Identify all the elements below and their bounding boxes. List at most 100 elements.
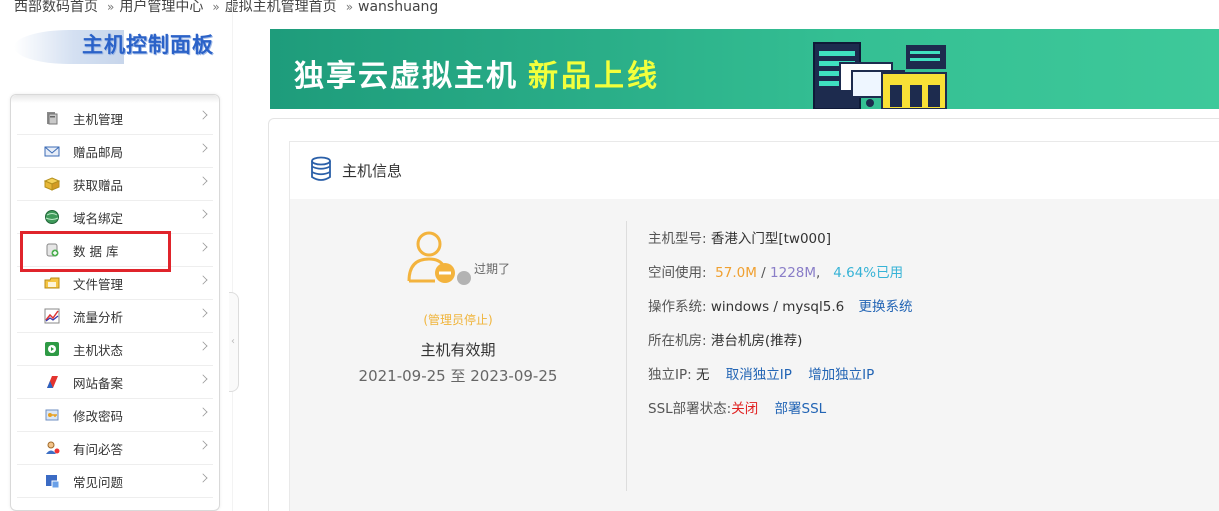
breadcrumb-user-center[interactable]: 用户管理中心 bbox=[119, 0, 203, 15]
expired-label: 过期了 bbox=[474, 262, 511, 276]
database-icon bbox=[43, 241, 61, 259]
ssl-row: SSL部署状态:关闭 部署SSL bbox=[648, 397, 913, 431]
add-ip-link[interactable]: 增加独立IP bbox=[808, 367, 874, 383]
sidebar-menu: 主机管理 赠品邮局 获取赠品 域名绑定 数 据 库 文件管理 流量分析 主机状态… bbox=[10, 94, 220, 511]
datacenter-label: 所在机房: bbox=[648, 333, 707, 349]
sidebar-item-label: 常见问题 bbox=[73, 474, 124, 490]
host-info-body: 过期了 (管理员停止) 主机有效期 2021-09-25 至 2023-09-2… bbox=[289, 199, 1219, 511]
banner-title: 独享云虚拟主机 bbox=[294, 59, 518, 94]
ssl-status-value: 关闭 bbox=[731, 401, 759, 417]
breadcrumb-separator: » bbox=[212, 0, 220, 14]
space-separator: / bbox=[761, 265, 766, 281]
status-icon bbox=[43, 340, 61, 358]
chevron-left-icon: ‹ bbox=[231, 336, 235, 347]
folder-icon bbox=[43, 274, 61, 292]
sidebar-item-label: 获取赠品 bbox=[73, 177, 124, 193]
breadcrumb-separator: » bbox=[107, 0, 115, 14]
sidebar-divider bbox=[232, 0, 233, 511]
panel-title: 主机控制面板 bbox=[82, 33, 214, 57]
admin-stop-label: (管理员停止) bbox=[423, 313, 493, 327]
sidebar-item-traffic[interactable]: 流量分析 bbox=[17, 300, 213, 333]
chevron-right-icon bbox=[198, 176, 208, 186]
sidebar-item-host-status[interactable]: 主机状态 bbox=[17, 333, 213, 366]
sidebar-item-label: 文件管理 bbox=[73, 276, 124, 292]
os-label: 操作系统: bbox=[648, 299, 707, 315]
globe-icon bbox=[43, 208, 61, 226]
chevron-right-icon bbox=[198, 275, 208, 285]
sidebar-item-faq[interactable]: 常见问题 bbox=[17, 465, 213, 498]
chevron-right-icon bbox=[198, 110, 208, 120]
sidebar-item-domain-bind[interactable]: 域名绑定 bbox=[17, 201, 213, 234]
gift-box-icon bbox=[43, 175, 61, 193]
chevron-right-icon bbox=[198, 308, 208, 318]
chevron-right-icon bbox=[198, 374, 208, 384]
validity-label: 主机有效期 bbox=[420, 341, 496, 359]
host-info-header: 主机信息 bbox=[289, 141, 1219, 199]
space-total-value: 1228M bbox=[770, 265, 817, 281]
database-stack-icon bbox=[310, 156, 332, 186]
sidebar-item-label: 有问必答 bbox=[73, 441, 124, 457]
host-model-row: 主机型号: 香港入门型[tw000] bbox=[648, 227, 913, 261]
space-usage-label: 空间使用: bbox=[648, 265, 707, 281]
server-icon bbox=[43, 109, 61, 127]
sidebar-item-qa[interactable]: 有问必答 bbox=[17, 432, 213, 465]
faq-icon bbox=[43, 472, 61, 490]
breadcrumb-vhost-home[interactable]: 虚拟主机管理首页 bbox=[225, 0, 337, 15]
sidebar-item-label: 主机管理 bbox=[73, 111, 124, 127]
breadcrumb-home[interactable]: 西部数码首页 bbox=[14, 0, 98, 15]
dedicated-ip-value: 无 bbox=[695, 367, 710, 383]
host-info-title: 主机信息 bbox=[342, 162, 403, 180]
sidebar-item-label: 网站备案 bbox=[73, 375, 124, 391]
sidebar-item-label: 主机状态 bbox=[73, 342, 124, 358]
host-detail-list: 主机型号: 香港入门型[tw000] 空间使用: 57.0M / 1228M, … bbox=[648, 227, 913, 431]
space-comma: , bbox=[816, 265, 821, 281]
sidebar-item-label: 域名绑定 bbox=[73, 210, 124, 226]
sidebar-item-gift[interactable]: 获取赠品 bbox=[17, 168, 213, 201]
sidebar-item-label: 流量分析 bbox=[73, 309, 124, 325]
datacenter-value: 港台机房(推荐) bbox=[710, 333, 803, 349]
sidebar-item-mail[interactable]: 赠品邮局 bbox=[17, 135, 213, 168]
chevron-right-icon bbox=[198, 341, 208, 351]
sidebar-collapse-handle[interactable]: ‹ bbox=[223, 292, 243, 392]
server-illustration-icon bbox=[813, 42, 947, 109]
user-help-icon bbox=[43, 439, 61, 457]
breadcrumb: 西部数码首页 » 用户管理中心 » 虚拟主机管理首页 » wanshuang bbox=[14, 0, 438, 16]
sidebar-item-database[interactable]: 数 据 库 bbox=[17, 234, 213, 267]
stopped-user-icon bbox=[407, 231, 455, 283]
chevron-right-icon bbox=[198, 473, 208, 483]
key-icon bbox=[43, 406, 61, 424]
chevron-right-icon bbox=[198, 209, 208, 219]
sidebar-item-password[interactable]: 修改密码 bbox=[17, 399, 213, 432]
ssl-label: SSL部署状态: bbox=[648, 401, 732, 417]
chart-icon bbox=[43, 307, 61, 325]
chevron-right-icon bbox=[198, 407, 208, 417]
chevron-right-icon bbox=[198, 143, 208, 153]
dedicated-ip-row: 独立IP: 无 取消独立IP 增加独立IP bbox=[648, 363, 913, 397]
validity-range: 2021-09-25 至 2023-09-25 bbox=[358, 367, 558, 385]
panel-header: 主机控制面板 bbox=[0, 24, 232, 72]
space-used-value: 57.0M bbox=[715, 265, 757, 281]
space-percent-value: 4.64%已用 bbox=[833, 265, 904, 281]
sidebar-item-host-manage[interactable]: 主机管理 bbox=[17, 102, 213, 135]
flag-icon bbox=[43, 373, 61, 391]
sidebar-item-label: 赠品邮局 bbox=[73, 144, 124, 160]
deploy-ssl-link[interactable]: 部署SSL bbox=[775, 401, 827, 417]
cancel-ip-link[interactable]: 取消独立IP bbox=[726, 367, 792, 383]
host-model-label: 主机型号: bbox=[648, 231, 707, 247]
promo-banner[interactable]: 独享云虚拟主机 新品上线 bbox=[270, 29, 1219, 109]
change-os-link[interactable]: 更换系统 bbox=[859, 299, 913, 315]
host-info-card: 主机信息 过期了 (管理员停止) 主机有效期 2021-09-25 至 2023… bbox=[268, 118, 1219, 511]
sidebar-item-file-manage[interactable]: 文件管理 bbox=[17, 267, 213, 300]
status-indicator-dot bbox=[457, 271, 471, 285]
sidebar-item-icp[interactable]: 网站备案 bbox=[17, 366, 213, 399]
breadcrumb-separator: » bbox=[345, 0, 354, 14]
banner-subtitle: 新品上线 bbox=[528, 59, 660, 94]
info-divider bbox=[626, 221, 627, 491]
datacenter-row: 所在机房: 港台机房(推荐) bbox=[648, 329, 913, 363]
menu-list: 主机管理 赠品邮局 获取赠品 域名绑定 数 据 库 文件管理 流量分析 主机状态… bbox=[17, 102, 213, 498]
sidebar-item-label: 数 据 库 bbox=[73, 243, 119, 259]
chevron-right-icon bbox=[198, 242, 208, 252]
os-row: 操作系统: windows / mysql5.6 更换系统 bbox=[648, 295, 913, 329]
breadcrumb-current: wanshuang bbox=[358, 0, 439, 15]
mail-icon bbox=[43, 142, 61, 160]
